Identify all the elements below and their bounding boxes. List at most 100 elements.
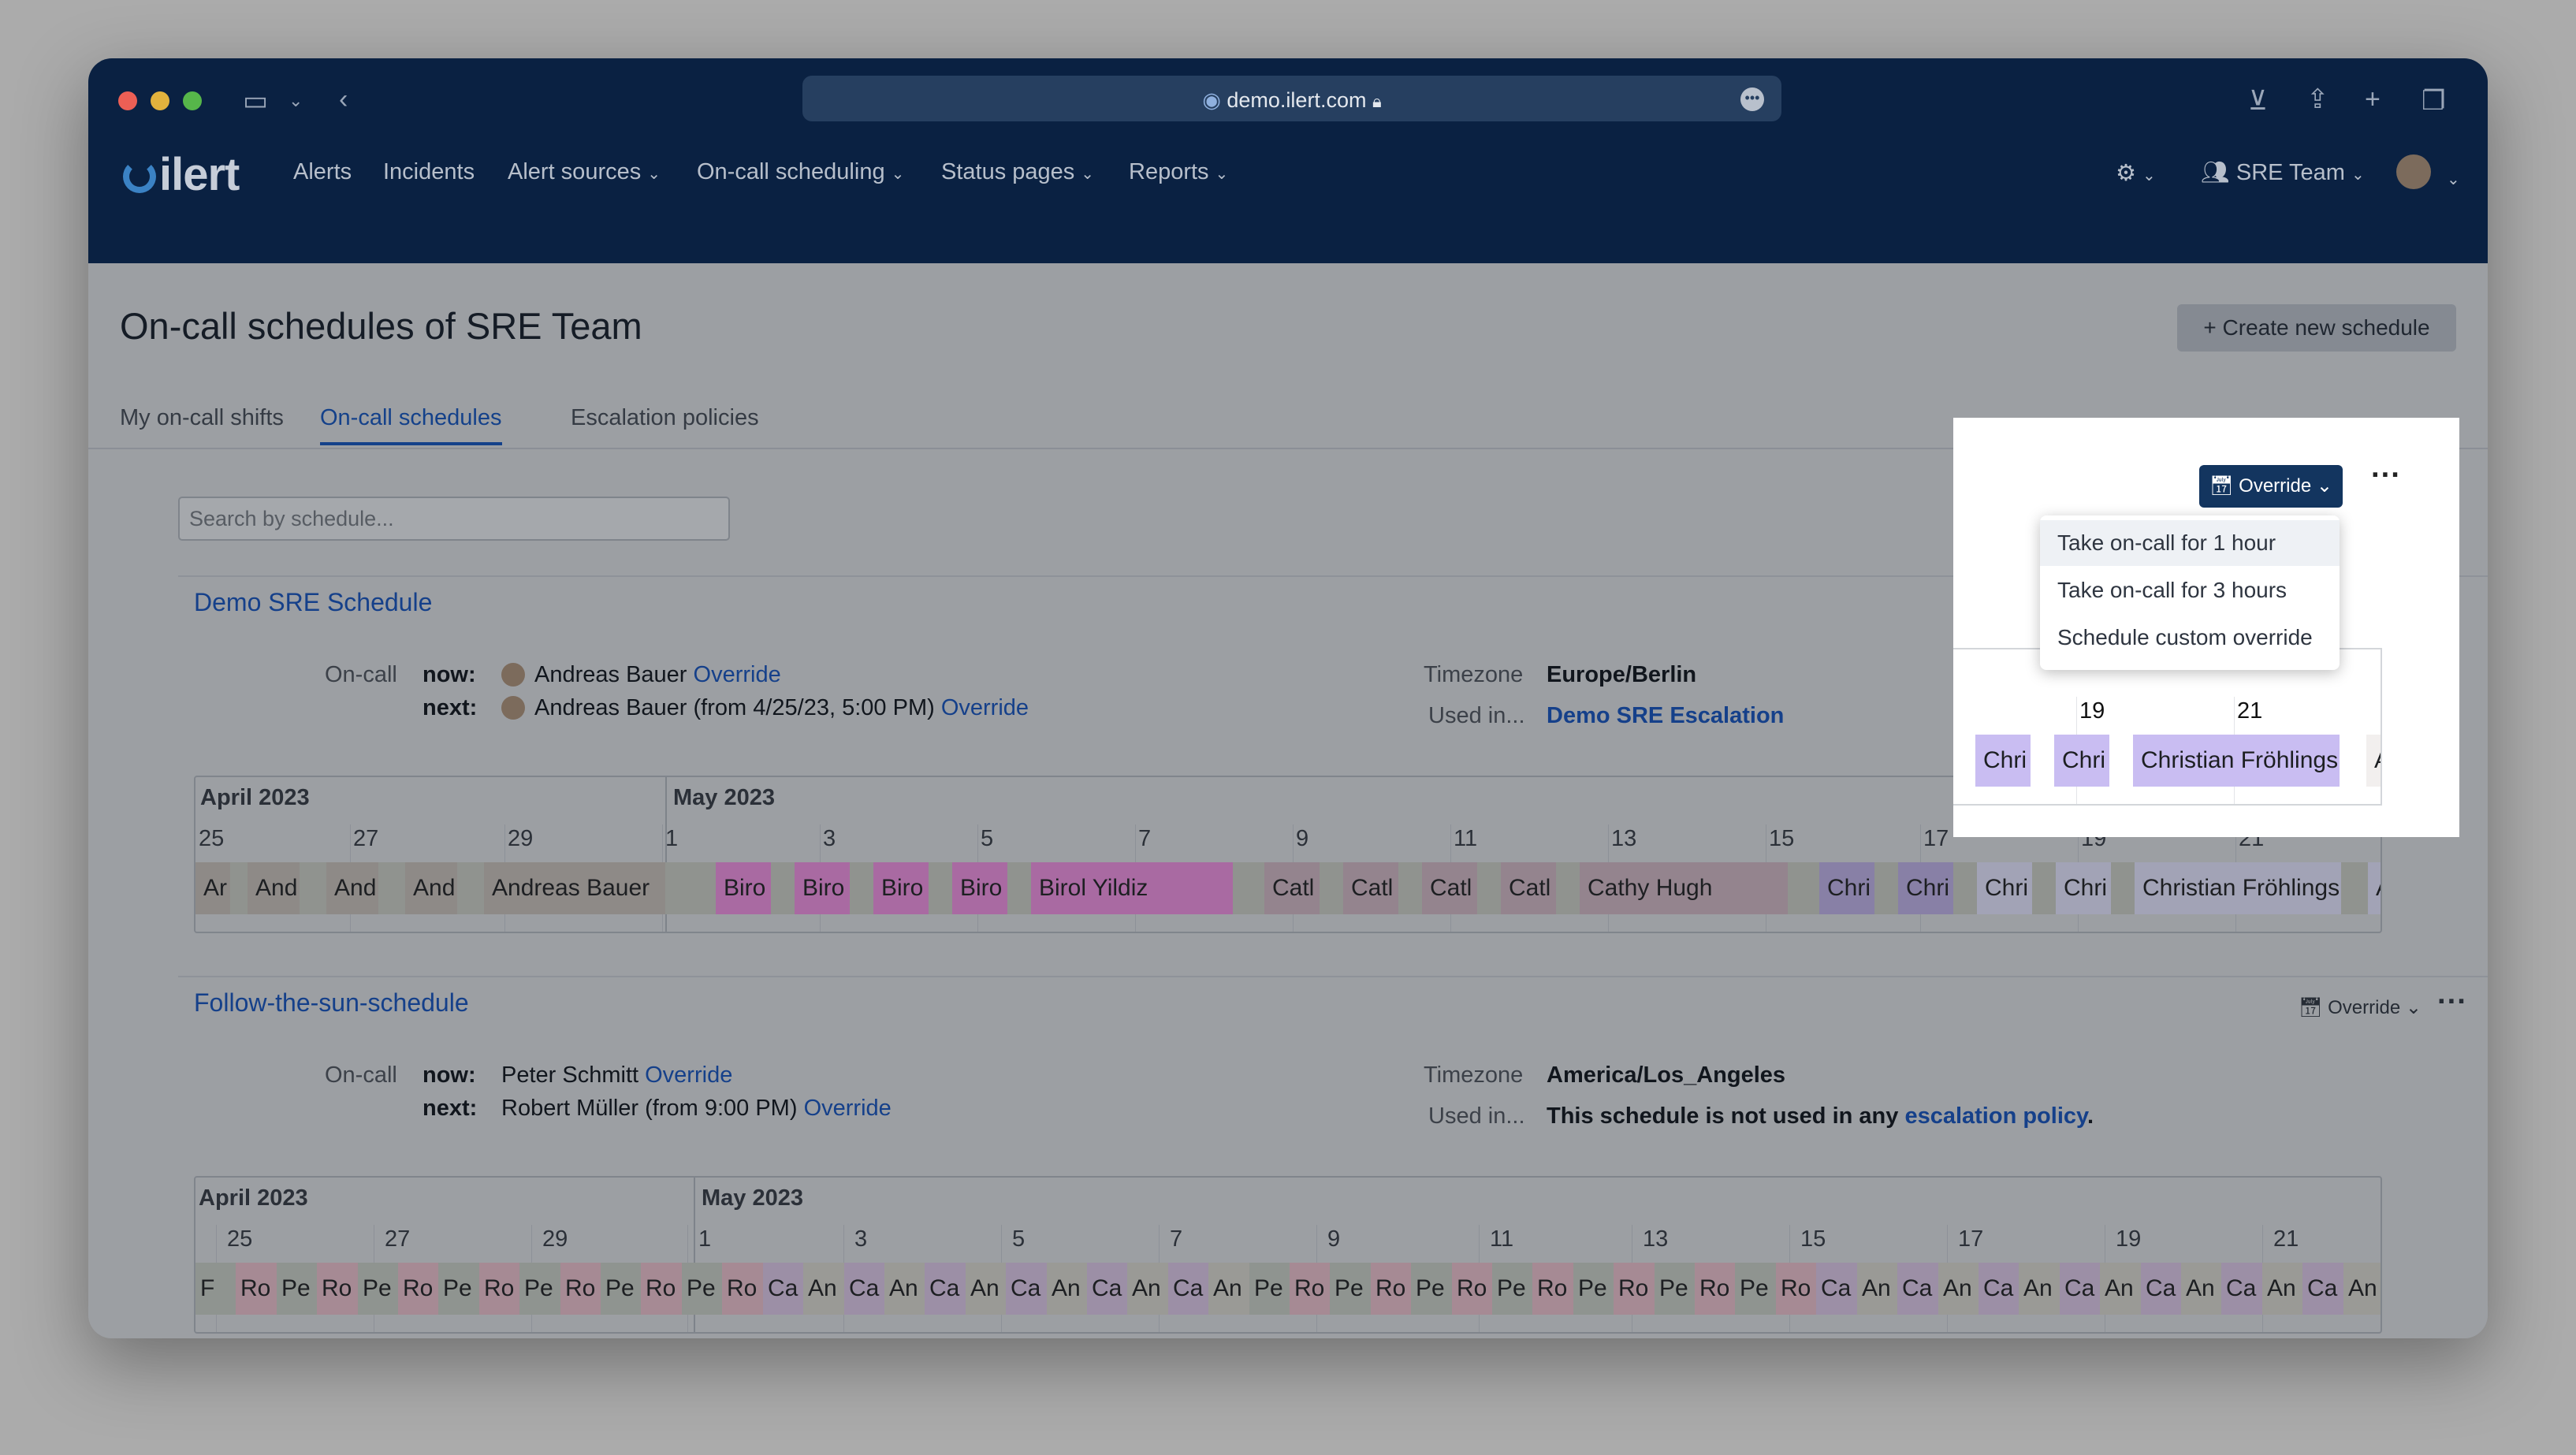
tab-on-call-schedules[interactable]: On-call schedules xyxy=(320,405,502,445)
gear-icon[interactable]: ⚙ ⌄ xyxy=(2116,159,2156,187)
take-on-call-3-hours[interactable]: Take on-call for 3 hours xyxy=(2040,567,2340,613)
shift-segment: Ca xyxy=(2302,1263,2343,1315)
shift-segment: An xyxy=(1857,1263,1898,1315)
nav-reports[interactable]: Reports ⌄ xyxy=(1129,159,1228,185)
nav-status-pages[interactable]: Status pages ⌄ xyxy=(941,159,1094,185)
plus-icon[interactable]: + xyxy=(2365,84,2381,115)
day-label: 25 xyxy=(227,1226,253,1252)
override-link[interactable]: Override xyxy=(694,662,781,687)
override-dropdown-highlight: 19 21 Chri Chri Christian Fröhlings A 📅︎ Ove… xyxy=(1953,418,2459,837)
timezone-label: Timezone xyxy=(1424,662,1524,687)
shift-segment: Catl xyxy=(1422,862,1477,914)
override-link[interactable]: Override xyxy=(941,695,1029,720)
day-label: 5 xyxy=(981,826,994,851)
chevron-left-icon[interactable]: ‹ xyxy=(339,84,348,115)
tab-escalation-policies[interactable]: Escalation policies xyxy=(571,405,759,431)
day-label: 19 xyxy=(2079,698,2105,724)
share-icon[interactable]: ⇪ xyxy=(2306,84,2329,115)
escalation-policy-link[interactable]: escalation policy xyxy=(1904,1103,2087,1129)
shift-segment: Chri xyxy=(2056,862,2111,914)
browser-toolbar: ▭ ⌄ ‹ ◉ demo.ilert.com 🔒︎ ••• ⊻ ⇪ + ❐ xyxy=(88,58,2488,143)
shift-segment: Pe xyxy=(1655,1263,1696,1315)
shift-segment: Chri xyxy=(1975,735,2031,787)
day-label: 25 xyxy=(199,826,225,851)
more-options-icon[interactable]: ··· xyxy=(2371,459,2401,493)
more-icon[interactable]: ••• xyxy=(1740,87,1764,111)
day-label: 21 xyxy=(2273,1226,2299,1252)
override-link[interactable]: Override xyxy=(804,1096,892,1121)
day-label: 13 xyxy=(1611,826,1637,851)
shift-segment: Pe xyxy=(1411,1263,1452,1315)
nav-on-call-scheduling[interactable]: On-call scheduling ⌄ xyxy=(697,159,904,185)
team-switcher[interactable]: 👥︎ SRE Team ⌄ xyxy=(2201,159,2365,186)
app-navbar: ilert Alerts Incidents Alert sources ⌄ On… xyxy=(88,143,2488,263)
day-label: 29 xyxy=(542,1226,568,1252)
override-link[interactable]: Override xyxy=(645,1062,732,1088)
shift-segment: Catl xyxy=(1264,862,1320,914)
shift-segment: Catl xyxy=(1501,862,1556,914)
shift-segment: Ca xyxy=(1168,1263,1209,1315)
calendar-icon: 📅︎ xyxy=(2299,997,2323,1018)
shift-segment: An xyxy=(2181,1263,2222,1315)
minimize-window-button[interactable] xyxy=(151,91,169,110)
day-label: 29 xyxy=(508,826,534,851)
day-label: 1 xyxy=(665,826,679,851)
address-bar[interactable]: ◉ demo.ilert.com 🔒︎ ••• xyxy=(802,76,1781,121)
day-label: 19 xyxy=(2116,1226,2142,1252)
search-input[interactable]: Search by schedule... xyxy=(178,497,730,541)
schedule-title[interactable]: Follow-the-sun-schedule xyxy=(194,988,469,1018)
more-options-icon[interactable]: ··· xyxy=(2437,985,2467,1019)
schedule-custom-override[interactable]: Schedule custom override xyxy=(2040,615,2340,661)
maximize-window-button[interactable] xyxy=(183,91,202,110)
shift-segment: Chri xyxy=(1819,862,1874,914)
schedule-title[interactable]: Demo SRE Schedule xyxy=(194,588,432,617)
next-label: next: xyxy=(423,1096,478,1121)
shift-segment: Christian Fröhlings xyxy=(2133,735,2340,787)
override-button[interactable]: 📅︎ Override ⌄ xyxy=(2199,465,2343,508)
tabs-icon[interactable]: ❐ xyxy=(2422,85,2445,117)
shift-segment: Pe xyxy=(682,1263,723,1315)
take-on-call-1-hour[interactable]: Take on-call for 1 hour xyxy=(2040,520,2340,566)
shift-segment: An xyxy=(2019,1263,2060,1315)
shift-segment: And xyxy=(248,862,300,914)
tab-my-on-call-shifts[interactable]: My on-call shifts xyxy=(120,405,284,431)
shift-segment: A xyxy=(2368,862,2381,914)
shift-segment: A xyxy=(2366,735,2381,787)
day-label: 13 xyxy=(1643,1226,1669,1252)
chevron-down-icon: ⌄ xyxy=(2351,166,2365,184)
override-dropdown-menu: Take on-call for 1 hour Take on-call for… xyxy=(2040,515,2340,670)
override-button[interactable]: 📅︎ Override ⌄ xyxy=(2299,996,2422,1019)
nav-alert-sources[interactable]: Alert sources ⌄ xyxy=(508,159,661,185)
timezone-label: Timezone xyxy=(1424,1062,1524,1088)
divider xyxy=(178,976,2488,977)
shift-segment: Ro xyxy=(317,1263,358,1315)
shift-segment: F xyxy=(195,1263,236,1315)
day-label: 9 xyxy=(1327,1226,1341,1252)
used-in-text: This schedule is not used in any escalat… xyxy=(1547,1103,2094,1129)
shift-segment: An xyxy=(966,1263,1007,1315)
sidebar-icon[interactable]: ▭ xyxy=(243,85,268,117)
shift-segment: Ca xyxy=(1087,1263,1128,1315)
shift-segment: An xyxy=(2343,1263,2381,1315)
download-icon[interactable]: ⊻ xyxy=(2248,85,2268,117)
ilert-logo[interactable]: ilert xyxy=(123,148,240,201)
used-in-label: Used in... xyxy=(1428,1103,1525,1129)
schedule-timeline[interactable]: April 2023 May 2023 25 27 29 1 3 5 7 9 11 13 15 17 1… xyxy=(194,1176,2382,1334)
shift-segment: Pe xyxy=(358,1263,399,1315)
shift-segment: Ar xyxy=(195,862,230,914)
chevron-down-icon: ⌄ xyxy=(1215,166,1229,183)
month-label: April 2023 xyxy=(199,1185,308,1211)
create-schedule-button[interactable]: + Create new schedule xyxy=(2177,304,2456,352)
nav-incidents[interactable]: Incidents xyxy=(383,159,475,185)
shift-segment: Ro xyxy=(479,1263,520,1315)
timezone-value: America/Los_Angeles xyxy=(1547,1062,1786,1088)
used-in-link[interactable]: Demo SRE Escalation xyxy=(1547,703,1784,729)
close-window-button[interactable] xyxy=(118,91,137,110)
chevron-down-icon[interactable]: ⌄ xyxy=(288,85,303,117)
nav-alerts[interactable]: Alerts xyxy=(293,159,352,185)
shift-segment: An xyxy=(1047,1263,1088,1315)
shift-segment: An xyxy=(884,1263,925,1315)
day-label: 11 xyxy=(1490,1226,1514,1252)
user-menu[interactable]: ⌄ xyxy=(2396,154,2460,191)
shift-segment: Ca xyxy=(925,1263,966,1315)
